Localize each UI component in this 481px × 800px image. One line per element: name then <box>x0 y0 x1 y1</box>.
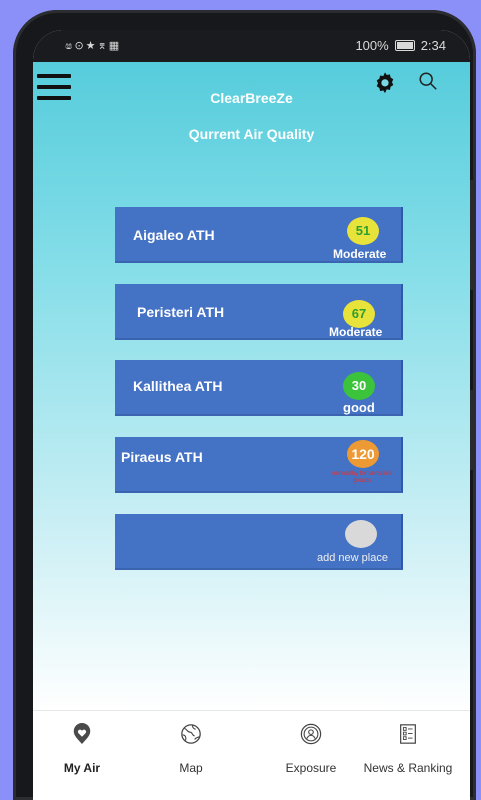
clock: 2:34 <box>420 38 446 53</box>
heart-pin-icon <box>73 723 91 745</box>
aqi-badge: 51 <box>347 217 379 245</box>
battery-icon <box>394 40 415 51</box>
phone-frame: ෂ⊙★⌆▦ 100% 2:34 ClearBreeZe Qurrent Air … <box>13 10 476 800</box>
aqi-badge: 120 <box>347 440 379 468</box>
place-card-piraeus[interactable]: Piraeus ATH 120 unhealthy for sensitive … <box>115 437 403 493</box>
place-card-aigaleo[interactable]: Aigaleo ATH 51 Moderate <box>115 207 403 263</box>
add-place-card[interactable]: add new place <box>115 514 403 570</box>
news-icon <box>400 724 416 744</box>
status-bar: ෂ⊙★⌆▦ 100% 2:34 <box>33 30 470 62</box>
globe-icon <box>181 724 201 744</box>
page-subtitle: Qurrent Air Quality <box>188 126 315 142</box>
app-title: ClearBreeZe <box>210 90 293 106</box>
status-right: 100% 2:34 <box>355 38 446 53</box>
aqi-status: Moderate <box>329 325 383 339</box>
nav-news-ranking[interactable]: News & Ranking <box>355 711 461 800</box>
status-icons: ෂ⊙★⌆▦ <box>65 39 122 52</box>
aqi-badge: 30 <box>343 372 375 400</box>
aqi-status: good <box>343 400 375 415</box>
bottom-nav: My Air Map Exposure News & Ranking <box>33 710 470 800</box>
screen: ෂ⊙★⌆▦ 100% 2:34 ClearBreeZe Qurrent Air … <box>33 30 470 800</box>
aqi-status: Moderate <box>333 247 387 261</box>
place-card-kallithea[interactable]: Kallithea ATH 30 good <box>115 360 403 416</box>
gear-icon[interactable] <box>371 70 399 98</box>
nav-label: News & Ranking <box>363 761 453 775</box>
nav-my-air[interactable]: My Air <box>47 711 117 800</box>
nav-map[interactable]: Map <box>156 711 226 800</box>
place-card-peristeri[interactable]: Peristeri ATH 67 Moderate <box>115 284 403 340</box>
main-content: ClearBreeZe Qurrent Air Quality Aigaleo … <box>33 62 470 710</box>
place-name: Aigaleo ATH <box>133 227 215 243</box>
nav-label: My Air <box>63 761 101 775</box>
nav-label: Exposure <box>285 761 337 775</box>
nav-exposure[interactable]: Exposure <box>273 711 349 800</box>
search-icon[interactable] <box>417 70 439 92</box>
place-name: Piraeus ATH <box>121 449 203 465</box>
place-name: Kallithea ATH <box>133 378 223 394</box>
aqi-status: unhealthy for sensitive groups <box>332 471 392 484</box>
nav-label: Map <box>179 761 203 775</box>
add-place-label: add new place <box>317 552 388 564</box>
aqi-badge: 67 <box>343 300 375 328</box>
person-circle-icon <box>300 723 322 745</box>
add-place-circle[interactable] <box>345 520 377 548</box>
battery-percent: 100% <box>355 38 389 53</box>
place-name: Peristeri ATH <box>137 304 225 320</box>
